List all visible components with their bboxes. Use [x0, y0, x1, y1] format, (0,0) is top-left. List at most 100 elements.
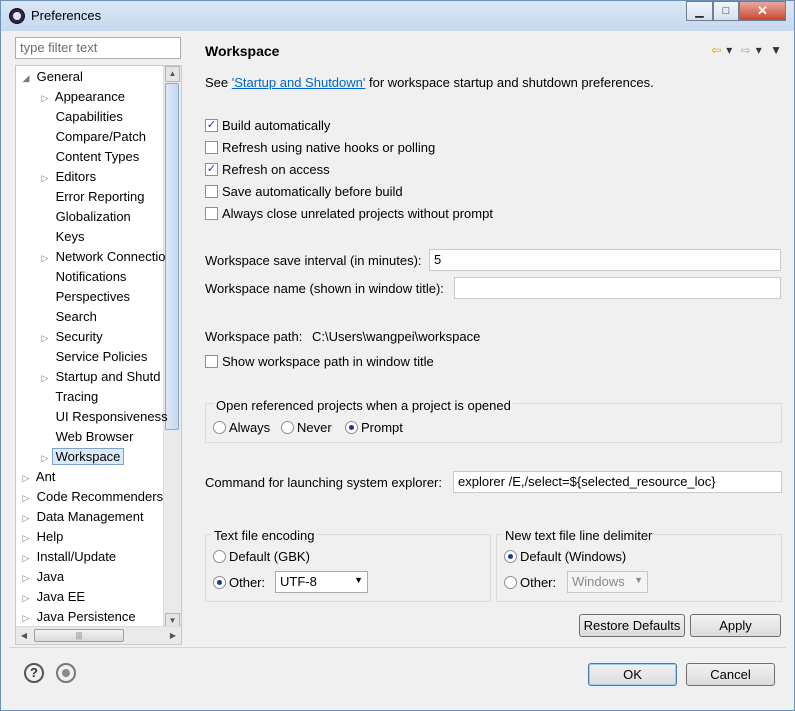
tree-item[interactable]: ◢ General — [19, 67, 83, 87]
tree-item[interactable]: ▷ Workspace — [38, 447, 125, 468]
tree-item-label: Install/Update — [36, 549, 117, 564]
tree-item[interactable]: ▷ Help — [19, 527, 64, 548]
forward-arrow-icon[interactable]: ⇨ — [741, 43, 751, 57]
scroll-left-icon[interactable]: ◀ — [16, 628, 32, 643]
encoding-select[interactable]: UTF-8 ▼ — [275, 571, 368, 593]
cancel-button[interactable]: Cancel — [686, 663, 775, 686]
workspace-name-input[interactable] — [454, 277, 781, 299]
tree-item[interactable]: ▷ Install/Update — [19, 547, 117, 568]
tree-vertical-scrollbar[interactable]: ▲ ▼ — [163, 66, 181, 629]
tree-item[interactable]: ▷ Startup and Shutd — [38, 367, 161, 388]
tree-item[interactable]: Tracing — [38, 387, 98, 407]
refresh-native-checkbox[interactable] — [205, 141, 218, 154]
workspace-name-label: Workspace name (shown in window title): — [205, 281, 444, 296]
view-menu-icon[interactable]: ▼ — [770, 43, 782, 57]
tree-item[interactable]: Globalization — [38, 207, 131, 227]
tree-item[interactable]: ▷ Ant — [19, 467, 56, 488]
explorer-command-input[interactable]: explorer /E,/select=${selected_resource_… — [453, 471, 782, 493]
delimiter-select-value: Windows — [572, 574, 625, 589]
tree-item[interactable]: ▷ Data Management — [19, 507, 144, 527]
forward-menu-icon[interactable]: ▾ — [756, 43, 762, 57]
tree-item[interactable]: Compare/Patch — [38, 127, 146, 147]
tree-item[interactable]: ▷ Security — [38, 327, 103, 347]
collapsed-arrow-icon[interactable]: ▷ — [19, 488, 33, 508]
tree-item[interactable]: Search — [38, 307, 97, 327]
tree-item[interactable]: ▷ Java EE — [19, 587, 86, 608]
collapsed-arrow-icon[interactable]: ▷ — [19, 608, 33, 628]
scroll-up-icon[interactable]: ▲ — [165, 66, 180, 82]
tree-item[interactable]: ▷ Network Connectio — [38, 247, 166, 268]
tree-item[interactable]: Capabilities — [38, 107, 123, 127]
tree-item[interactable]: ▷ Editors — [38, 167, 97, 188]
collapsed-arrow-icon[interactable]: ▷ — [19, 528, 33, 548]
collapsed-arrow-icon[interactable]: ▷ — [38, 248, 52, 268]
tree-item-label: Notifications — [55, 269, 127, 284]
refresh-on-access-checkbox[interactable]: ✓ — [205, 163, 218, 176]
collapsed-arrow-icon[interactable]: ▷ — [38, 168, 52, 188]
ok-button[interactable]: OK — [588, 663, 677, 686]
record-macro-icon[interactable] — [56, 663, 76, 683]
tree-item[interactable]: UI Responsiveness — [38, 407, 168, 427]
collapsed-arrow-icon[interactable]: ▷ — [19, 508, 33, 528]
collapsed-arrow-icon[interactable]: ▷ — [19, 468, 33, 488]
expanded-arrow-icon[interactable]: ◢ — [19, 68, 33, 88]
tree-item[interactable]: Error Reporting — [38, 187, 145, 207]
save-before-build-checkbox[interactable] — [205, 185, 218, 198]
tree-item[interactable]: Notifications — [38, 267, 127, 287]
collapsed-arrow-icon[interactable]: ▷ — [19, 548, 33, 568]
delimiter-other-radio[interactable] — [504, 576, 517, 589]
build-automatically-checkbox[interactable]: ✓ — [205, 119, 218, 132]
collapsed-arrow-icon[interactable]: ▷ — [19, 588, 33, 608]
tree-item[interactable]: Web Browser — [38, 427, 134, 447]
page-navigation: ⇦ ▾ ⇨ ▾ ▼ — [706, 43, 782, 57]
tree-item[interactable]: ▷ Appearance — [38, 87, 126, 108]
tree-horizontal-scrollbar[interactable]: ◀ ||| ▶ — [16, 626, 181, 644]
delimiter-select[interactable]: Windows ▼ — [567, 571, 648, 593]
always-close-checkbox[interactable] — [205, 207, 218, 220]
tree-item-label: Appearance — [54, 89, 126, 104]
back-arrow-icon[interactable]: ⇦ — [711, 43, 721, 57]
collapsed-arrow-icon[interactable]: ▷ — [38, 448, 52, 468]
always-radio[interactable] — [213, 421, 226, 434]
line-delimiter-title: New text file line delimiter — [503, 528, 655, 543]
prompt-radio[interactable] — [345, 421, 358, 434]
eclipse-app-icon — [9, 8, 25, 24]
filter-input[interactable]: type filter text — [15, 37, 181, 59]
preferences-window: Preferences ▁ □ ✕ type filter text ▲ ▼ ◀… — [0, 0, 795, 711]
tree-item[interactable]: ▷ Java Persistence — [19, 607, 136, 627]
help-icon[interactable]: ? — [24, 663, 44, 683]
horizontal-scroll-thumb[interactable]: ||| — [34, 629, 124, 642]
tree-item[interactable]: Content Types — [38, 147, 140, 167]
vertical-scroll-thumb[interactable] — [165, 83, 179, 430]
close-button[interactable]: ✕ — [739, 1, 786, 21]
tree-item-label: Error Reporting — [55, 189, 145, 204]
never-radio[interactable] — [281, 421, 294, 434]
encoding-default-radio[interactable] — [213, 550, 226, 563]
tree-item-label: Security — [55, 329, 103, 344]
delimiter-default-radio[interactable] — [504, 550, 517, 563]
save-interval-input[interactable]: 5 — [429, 249, 781, 271]
collapsed-arrow-icon[interactable]: ▷ — [19, 568, 33, 588]
restore-defaults-button[interactable]: Restore Defaults — [579, 614, 685, 637]
title-bar[interactable]: Preferences ▁ □ ✕ — [1, 1, 794, 31]
tree-item[interactable]: Keys — [38, 227, 85, 247]
tree-item[interactable]: ▷ Java — [19, 567, 65, 588]
tree-item-label: Java EE — [36, 589, 86, 604]
tree-item[interactable]: ▷ Code Recommenders — [19, 487, 164, 508]
tree-item[interactable]: Perspectives — [38, 287, 130, 307]
apply-button[interactable]: Apply — [690, 614, 781, 637]
tree-item[interactable]: Service Policies — [38, 347, 148, 367]
preference-tree[interactable]: ▲ ▼ ◀ ||| ▶ ◢ General ▷ Appearance Capabi… — [15, 65, 182, 645]
tree-item-label: Tracing — [55, 389, 99, 404]
show-path-checkbox[interactable] — [205, 355, 218, 368]
minimize-button[interactable]: ▁ — [686, 1, 713, 21]
collapsed-arrow-icon[interactable]: ▷ — [38, 368, 52, 388]
back-menu-icon[interactable]: ▾ — [726, 43, 732, 57]
collapsed-arrow-icon[interactable]: ▷ — [38, 88, 52, 108]
encoding-other-radio[interactable] — [213, 576, 226, 589]
collapsed-arrow-icon[interactable]: ▷ — [38, 328, 52, 348]
show-path-label: Show workspace path in window title — [222, 354, 434, 369]
startup-shutdown-link[interactable]: 'Startup and Shutdown' — [232, 75, 366, 90]
maximize-button[interactable]: □ — [713, 1, 739, 21]
scroll-right-icon[interactable]: ▶ — [165, 628, 181, 643]
